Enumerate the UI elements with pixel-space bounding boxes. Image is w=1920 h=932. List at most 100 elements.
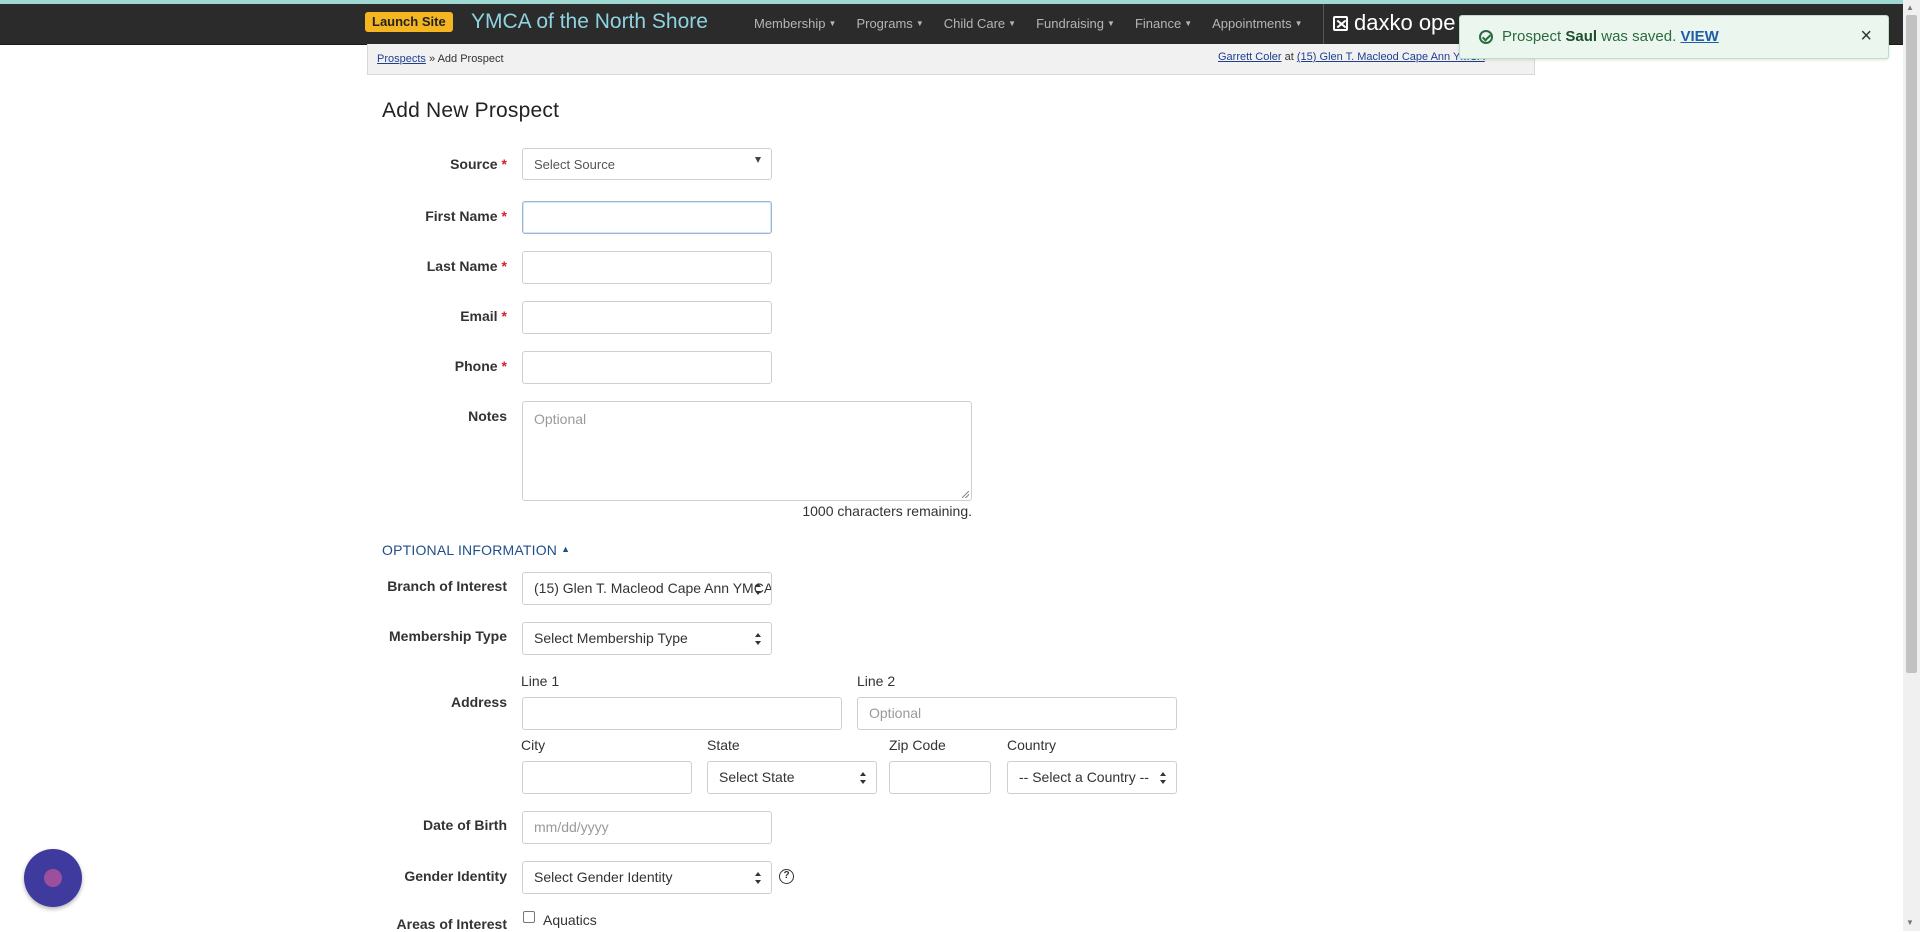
address-label: Address [450,694,507,710]
breadcrumb: Prospects » Add Prospect [377,53,504,65]
aquatics-label[interactable]: Aquatics [543,912,597,928]
page-title: Add New Prospect [382,99,560,122]
source-label: Source * [307,156,507,172]
address-line1-field[interactable] [522,697,842,730]
email-field[interactable] [522,301,772,334]
scroll-down-arrow-icon[interactable]: ▼ [1906,918,1914,927]
scrollbar-thumb[interactable] [1906,15,1917,673]
menu-programs[interactable]: Programs ▼ [856,16,923,31]
brand-text: daxko ope [1354,10,1456,35]
menu-appointments-label: Appointments [1212,16,1292,31]
menu-membership[interactable]: Membership ▼ [754,16,836,31]
address-line1-label: Line 1 [521,673,560,689]
caret-up-icon: ▲ [561,544,571,554]
first-name-field[interactable] [522,201,772,234]
first-name-label-text: First Name [425,208,498,224]
optional-info-toggle[interactable]: OPTIONAL INFORMATION ▲ [382,542,570,558]
daxko-mark-icon [1333,15,1348,31]
phone-field[interactable] [522,351,772,384]
state-select[interactable]: Select State [707,761,877,794]
gender-select-value: Select Gender Identity [534,869,673,885]
menu-fundraising[interactable]: Fundraising ▼ [1036,16,1115,31]
breadcrumb-current: Add Prospect [437,53,504,65]
help-icon[interactable]: ? [779,869,794,884]
menu-fundraising-label: Fundraising [1036,16,1105,31]
dropdown-arrow-icon [755,157,761,163]
success-toast: Prospect Saul was saved. VIEW × [1459,15,1889,59]
optional-info-heading: OPTIONAL INFORMATION [382,542,558,558]
org-name[interactable]: YMCA of the North Shore [471,9,708,35]
state-select-value: Select State [719,769,795,785]
toast-prospect-name: Saul [1565,28,1598,45]
menu-child-care[interactable]: Child Care ▼ [944,16,1016,31]
daxko-logo[interactable]: daxko ope [1333,9,1456,37]
aquatics-checkbox[interactable] [523,911,535,923]
source-select-value: Select Source [534,157,615,172]
membership-type-value: Select Membership Type [534,630,688,646]
notes-char-count: 1000 characters remaining. [802,503,972,519]
phone-label: Phone * [307,358,507,374]
caret-down-icon: ▼ [1294,19,1303,28]
areas-of-interest-label: Areas of Interest [396,916,507,932]
breadcrumb-prospects-link[interactable]: Prospects [377,53,426,65]
email-label: Email * [307,308,507,324]
select-arrows-icon [755,583,762,595]
required-mark: * [501,156,507,172]
menu-finance[interactable]: Finance ▼ [1135,16,1192,31]
breadcrumb-separator: » [428,53,436,65]
city-label: City [521,737,546,753]
branch-select[interactable]: (15) Glen T. Macleod Cape Ann YMCA [522,572,772,605]
gender-select[interactable]: Select Gender Identity [522,861,772,894]
resize-handle-icon[interactable] [962,491,969,498]
country-select[interactable]: -- Select a Country -- [1007,761,1177,794]
address-line2-label: Line 2 [857,673,896,689]
branch-select-value: (15) Glen T. Macleod Cape Ann YMCA [534,580,772,596]
branch-label: Branch of Interest [387,578,507,594]
select-arrows-icon [755,872,762,884]
menu-appointments[interactable]: Appointments ▼ [1212,16,1302,31]
menu-membership-label: Membership [754,16,826,31]
toast-suffix: was saved. [1601,28,1677,45]
source-select[interactable]: Select Source [522,148,772,180]
last-name-field[interactable] [522,251,772,284]
user-location-link[interactable]: (15) Glen T. Macleod Cape Ann YMCA [1297,51,1485,63]
notes-label: Notes [468,408,507,424]
required-mark: * [501,208,507,224]
select-arrows-icon [755,633,762,645]
menu-child-care-label: Child Care [943,16,1006,31]
main-menu: Membership ▼ Programs ▼ Child Care ▼ Fundra… [754,16,1323,31]
scroll-up-arrow-icon[interactable]: ▲ [1906,3,1914,12]
address-line2-placeholder: Optional [869,705,922,721]
menu-programs-label: Programs [856,16,913,31]
address-line2-field[interactable]: Optional [857,697,1177,730]
caret-down-icon: ▼ [828,19,837,28]
caret-down-icon: ▼ [915,19,924,28]
notes-placeholder: Optional [534,411,587,427]
toast-prefix: Prospect [1502,28,1562,45]
membership-type-label: Membership Type [389,628,507,644]
launch-site-button[interactable]: Launch Site [365,12,453,32]
close-icon[interactable]: × [1860,25,1872,48]
caret-down-icon: ▼ [1008,19,1017,28]
notes-textarea[interactable]: Optional [522,401,972,501]
select-arrows-icon [860,772,867,784]
dob-placeholder: mm/dd/yyyy [534,819,609,835]
toast-view-link[interactable]: VIEW [1680,28,1718,45]
zip-field[interactable] [889,761,991,794]
state-label: State [707,737,740,753]
select-arrows-icon [1160,772,1167,784]
dob-field[interactable]: mm/dd/yyyy [522,811,772,844]
user-name-link[interactable]: Garrett Coler [1218,51,1282,63]
city-field[interactable] [522,761,692,794]
chat-launcher-button[interactable] [24,849,82,907]
dob-label: Date of Birth [423,817,507,833]
last-name-label: Last Name * [307,258,507,274]
user-at-text: at [1284,51,1294,63]
caret-down-icon: ▼ [1184,19,1193,28]
required-mark: * [501,308,507,324]
email-label-text: Email [460,308,498,324]
chat-icon [44,869,62,887]
source-label-text: Source [450,156,498,172]
membership-type-select[interactable]: Select Membership Type [522,622,772,655]
zip-label: Zip Code [889,737,946,753]
